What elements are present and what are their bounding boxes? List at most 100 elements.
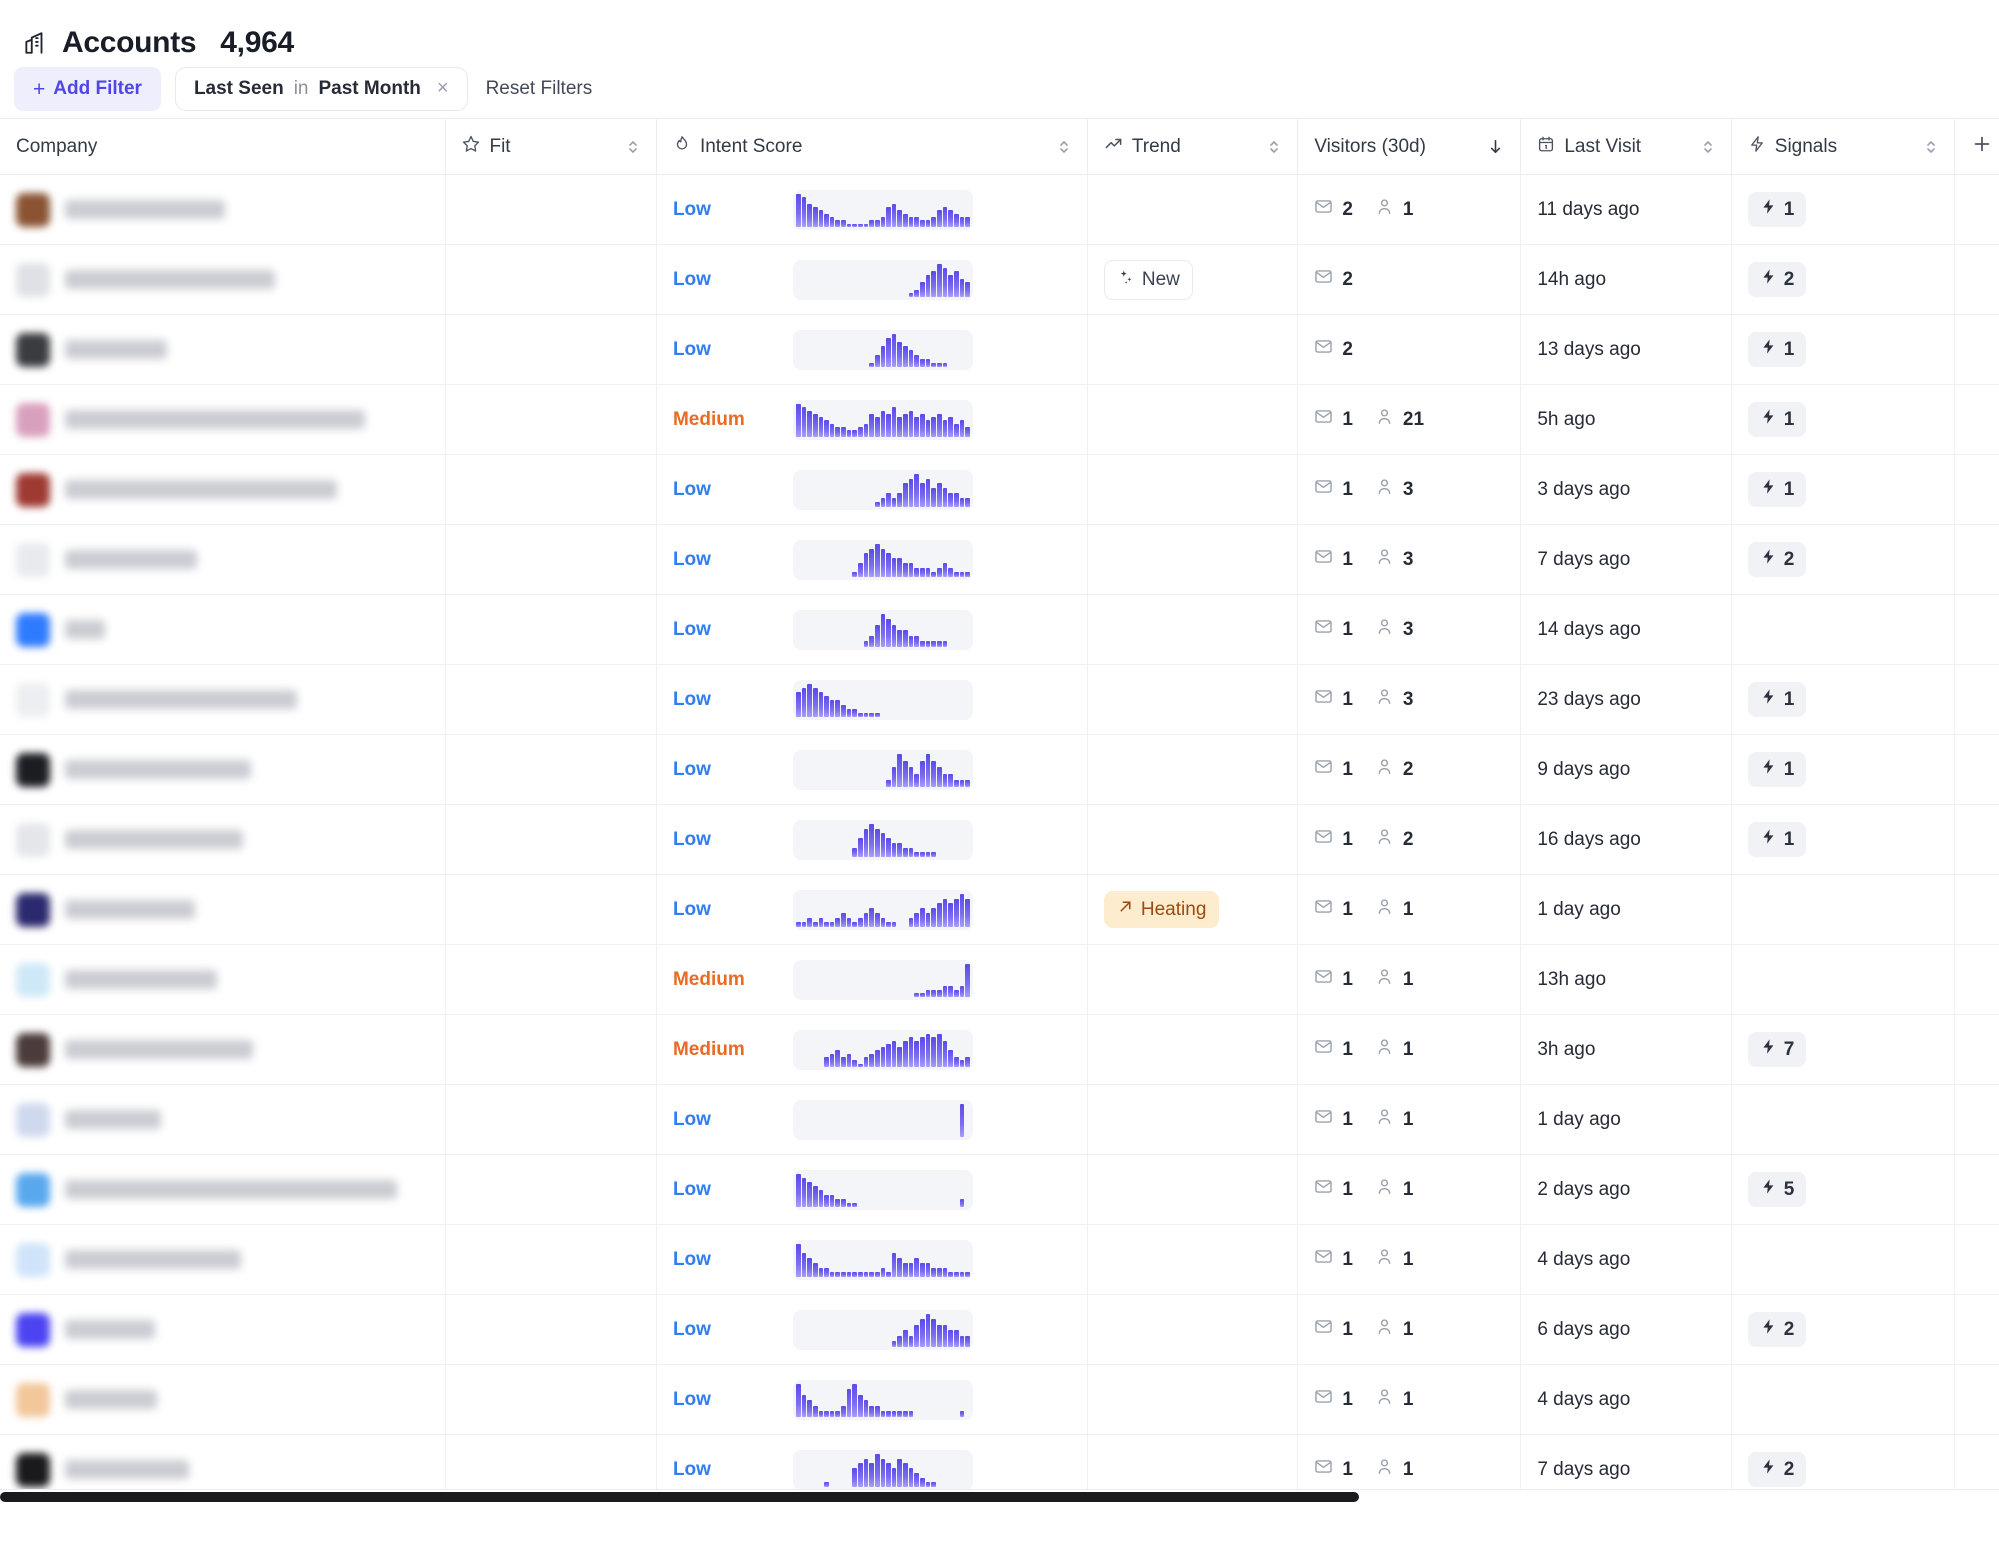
cell-company[interactable] [0, 664, 447, 735]
sparkline-bar [891, 1467, 897, 1487]
table-row[interactable]: Low New 2 14h ago 2 [0, 244, 1999, 315]
visitors-emails-count: 2 [1342, 338, 1353, 360]
visitors-emails-count: 2 [1342, 268, 1353, 290]
cell-signals: 1 [1731, 384, 1955, 455]
cell-company[interactable] [0, 1294, 447, 1365]
sort-desc-indicator-visitors[interactable] [1487, 137, 1504, 156]
cell-last-visit: 4 days ago [1520, 1224, 1732, 1295]
cell-visitors: 11 [1297, 1154, 1522, 1225]
sparkline-bar [920, 567, 925, 577]
sort-toggle-intent-score[interactable] [1057, 138, 1071, 156]
table-row[interactable]: Low 1 1 4 days ago [0, 1364, 1999, 1435]
sparkline-bar [829, 1194, 835, 1207]
cell-company[interactable] [0, 244, 447, 315]
table-row[interactable]: Low 1 3 23 days ago 1 [0, 664, 1999, 735]
sparkline-bar [886, 837, 891, 857]
table-row[interactable]: Low 1 1 4 days ago [0, 1224, 1999, 1295]
visitors-emails: 1 [1314, 897, 1353, 922]
table-row[interactable]: Medium 1 1 13h ago [0, 944, 1999, 1015]
column-header-intent-score[interactable]: Intent Score [656, 118, 1088, 175]
intent-sparkline [792, 819, 973, 860]
filter-chip-last-seen[interactable]: Last Seen in Past Month × [174, 67, 468, 111]
visitors-emails-count: 1 [1342, 1248, 1353, 1270]
table-row[interactable]: Medium 1 21 5h ago 1 [0, 384, 1999, 455]
table-row[interactable]: Low Heating 1 1 1 day ago [0, 874, 1999, 945]
cell-company[interactable] [0, 384, 447, 455]
table-row[interactable]: Medium 1 1 3h ago 7 [0, 1014, 1999, 1085]
table-row[interactable]: Low 1 3 14 days ago [0, 594, 1999, 665]
cell-company[interactable] [0, 804, 447, 875]
cell-company[interactable] [0, 454, 447, 525]
table-row[interactable]: Low 2 13 days ago 1 [0, 314, 1999, 385]
cell-company[interactable] [0, 1154, 447, 1225]
sparkline-bar [920, 1477, 925, 1487]
column-header-signals[interactable]: Signals [1731, 118, 1955, 175]
sparkline-bar [880, 613, 886, 647]
plus-icon[interactable] [1971, 133, 1993, 161]
column-header-trend[interactable]: Trend [1087, 118, 1299, 175]
cell-company[interactable] [0, 1224, 447, 1295]
signal-count: 1 [1783, 828, 1795, 850]
sparkline-bar [959, 893, 965, 927]
sparkline-bar [965, 1271, 970, 1277]
sparkline-bar [908, 1335, 914, 1347]
sort-toggle-last-visit[interactable] [1701, 138, 1715, 156]
scrollbar-thumb[interactable] [0, 1492, 1359, 1502]
avatar [16, 612, 50, 647]
sparkline-bar [863, 1399, 869, 1417]
cell-company[interactable] [0, 874, 447, 945]
cell-company[interactable] [0, 1014, 447, 1085]
sparkline-bar [965, 1335, 970, 1347]
sparkline-bar [965, 216, 970, 227]
sparkline-bar [874, 416, 880, 437]
add-filter-button[interactable]: + Add Filter [14, 67, 161, 111]
table-row[interactable]: Low 2 1 11 days ago 1 [0, 174, 1999, 245]
sparkline-bar [863, 223, 869, 227]
intent-score-label: Low [672, 338, 711, 360]
sparkline-bar [925, 1313, 931, 1347]
cell-company[interactable] [0, 1084, 447, 1155]
cell-signals: 2 [1731, 1294, 1955, 1365]
table-row[interactable]: Low 1 3 3 days ago 1 [0, 454, 1999, 525]
table-row[interactable]: Low 1 2 16 days ago 1 [0, 804, 1999, 875]
cell-fit [445, 1294, 657, 1365]
intent-sparkline [792, 959, 973, 1000]
cell-company[interactable] [0, 314, 447, 385]
table-row[interactable]: Low 1 1 6 days ago 2 [0, 1294, 1999, 1365]
sparkline-bar [920, 413, 925, 437]
close-icon[interactable]: × [431, 78, 453, 100]
sparkline-bar [863, 1458, 869, 1487]
column-header-last-visit[interactable]: Last Visit [1520, 118, 1732, 175]
sparkline-bar [931, 851, 936, 857]
sort-toggle-trend[interactable] [1267, 138, 1281, 156]
cell-company[interactable] [0, 734, 447, 805]
horizontal-scrollbar[interactable] [0, 1489, 1999, 1503]
sparkline-bar [852, 847, 857, 857]
visitors-emails-count: 2 [1342, 198, 1353, 220]
company-name-redacted [65, 1390, 157, 1409]
reset-filters-button[interactable]: Reset Filters [482, 72, 597, 106]
cell-trend [1087, 1364, 1299, 1435]
table-row[interactable]: Low 1 2 9 days ago 1 [0, 734, 1999, 805]
column-header-visitors[interactable]: Visitors (30d) [1297, 118, 1522, 175]
table-row[interactable]: Low 1 1 1 day ago [0, 1084, 1999, 1155]
cell-company[interactable] [0, 1364, 447, 1435]
cell-company[interactable] [0, 174, 447, 245]
sort-toggle-signals[interactable] [1924, 138, 1938, 156]
sparkline-bar [942, 1324, 948, 1347]
table-row[interactable]: Low 1 1 2 days ago 5 [0, 1154, 1999, 1225]
cell-company[interactable] [0, 944, 447, 1015]
table-row[interactable]: Low 1 3 7 days ago 2 [0, 524, 1999, 595]
cell-add-column [1954, 874, 1999, 945]
sparkline-bar [874, 1453, 880, 1487]
cell-company[interactable] [0, 594, 447, 665]
cell-intent-score: Low [656, 1084, 1088, 1155]
column-header-company[interactable]: Company [0, 118, 447, 175]
visitors-emails-count: 1 [1342, 968, 1353, 990]
sort-toggle-fit[interactable] [626, 138, 640, 156]
column-header-fit[interactable]: Fit [445, 118, 657, 175]
column-header-add-column[interactable] [1954, 118, 1999, 175]
cell-company[interactable] [0, 524, 447, 595]
visitors-emails-count: 1 [1342, 1178, 1353, 1200]
sparkline-bar [801, 1177, 807, 1207]
